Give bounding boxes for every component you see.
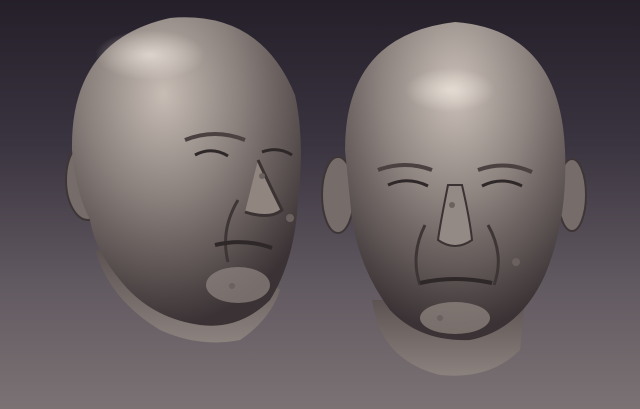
right-mole-1 [449, 202, 455, 208]
right-mole-2 [512, 258, 520, 266]
sculpt-render [65, 17, 587, 376]
left-head-highlight [95, 30, 205, 80]
right-head-highlight [405, 68, 495, 112]
right-head [321, 22, 587, 376]
left-chin [206, 267, 270, 303]
left-mole-1 [259, 173, 265, 179]
right-chin [420, 302, 490, 334]
left-head [65, 17, 301, 343]
render-viewport [0, 0, 640, 409]
right-mole-3 [437, 315, 443, 321]
left-mole-2 [286, 214, 294, 222]
left-mole-3 [229, 283, 235, 289]
